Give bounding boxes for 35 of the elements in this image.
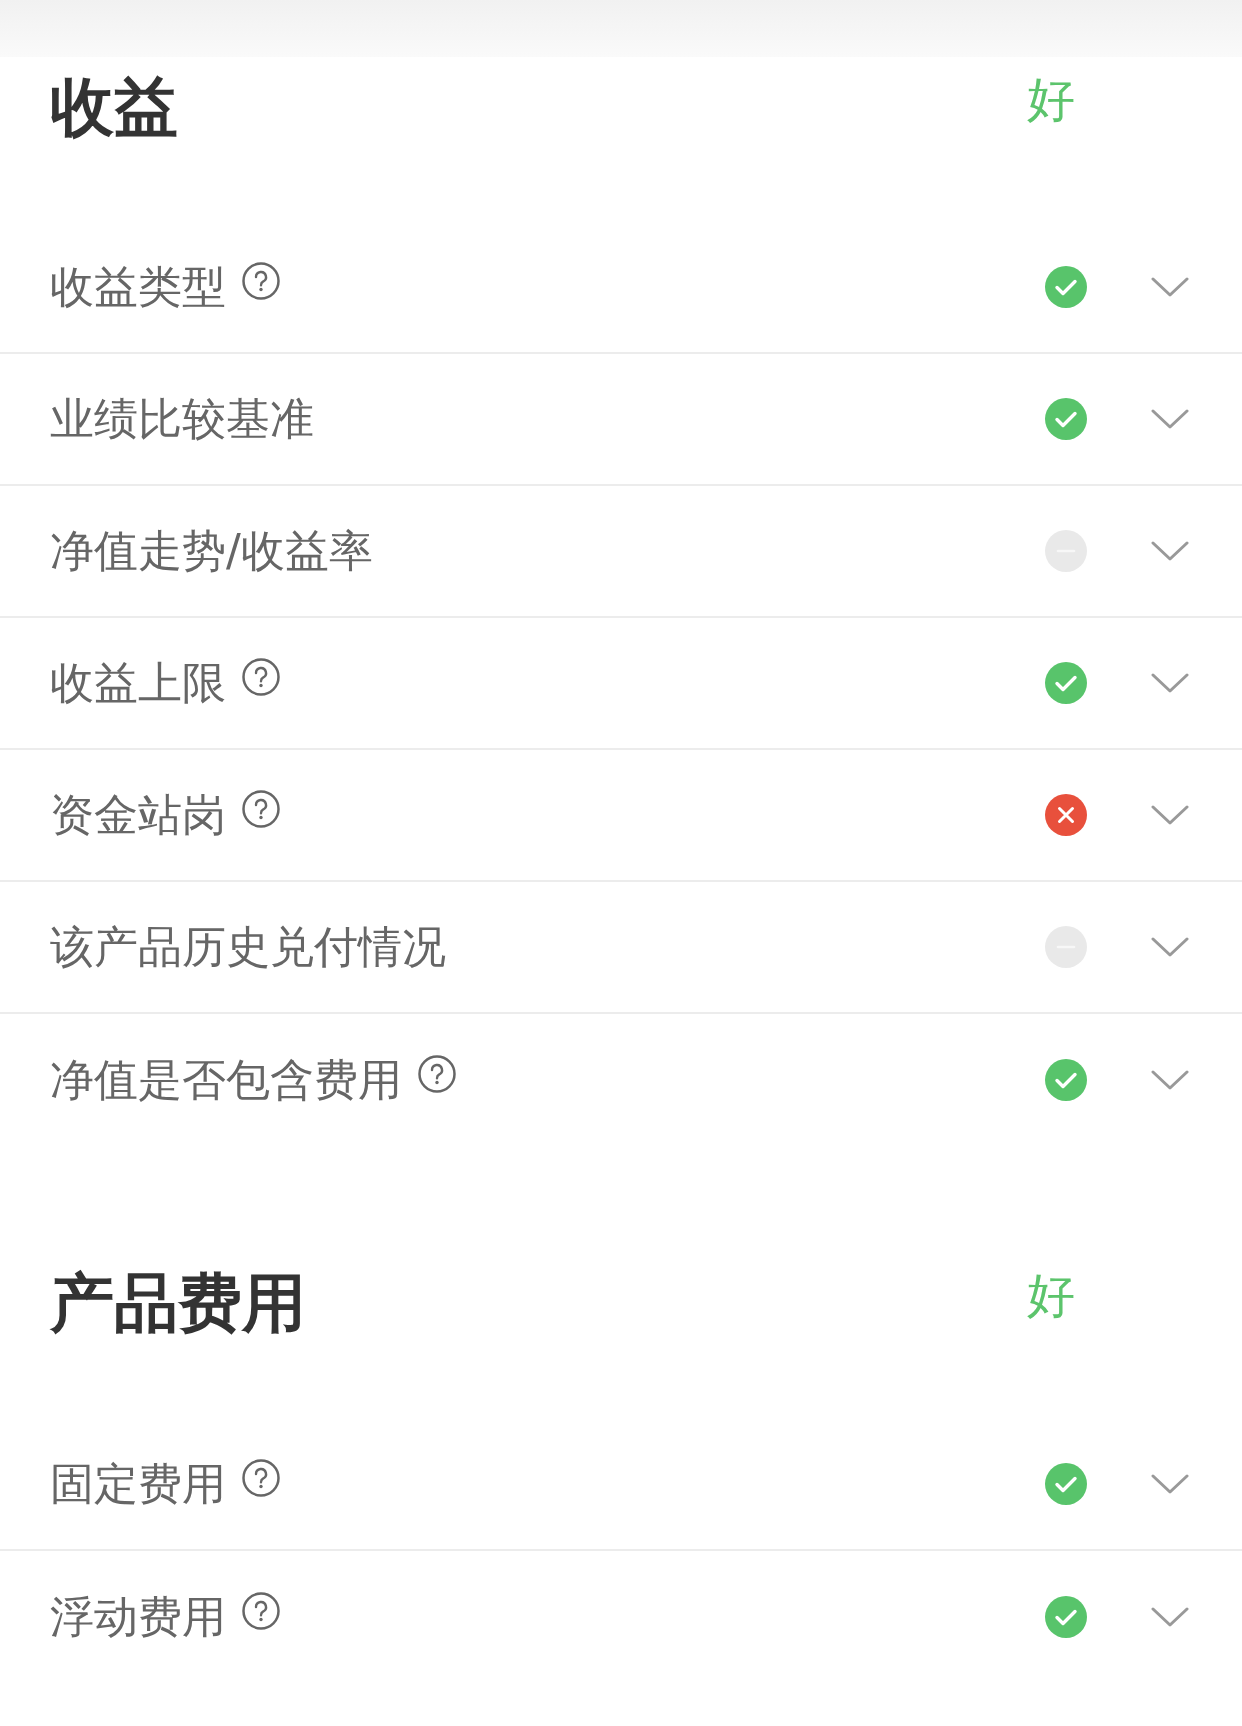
help-icon[interactable] [242,658,280,696]
check-circle-icon [1045,266,1087,308]
check-circle-icon [1045,1596,1087,1638]
section-title: 收益 [50,75,178,139]
check-circle-icon [1045,398,1087,440]
help-icon[interactable] [242,1592,280,1630]
help-icon[interactable] [242,262,280,300]
help-icon[interactable] [242,790,280,828]
chevron-down-icon[interactable] [1151,673,1189,693]
row-label: 该产品历史兑付情况 [50,921,446,973]
row-label: 净值是否包含费用 [50,1054,402,1106]
rating-label: 好 [1027,75,1075,123]
chevron-down-icon[interactable] [1151,1474,1189,1494]
chevron-down-icon[interactable] [1151,541,1189,561]
row-label: 收益类型 [50,261,226,313]
row-label: 业绩比较基准 [50,393,314,445]
check-circle-icon [1045,1059,1087,1101]
chevron-down-icon[interactable] [1151,1070,1189,1090]
section-title: 产品费用 [50,1271,306,1335]
chevron-down-icon[interactable] [1151,937,1189,957]
row-label: 固定费用 [50,1458,226,1510]
check-circle-icon [1045,662,1087,704]
row-label: 浮动费用 [50,1591,226,1643]
help-icon[interactable] [242,1459,280,1497]
help-icon[interactable] [418,1055,456,1093]
cross-circle-icon [1045,794,1087,836]
chevron-down-icon[interactable] [1151,1607,1189,1627]
row-label: 收益上限 [50,657,226,709]
rating-label: 好 [1027,1271,1075,1319]
chevron-down-icon[interactable] [1151,805,1189,825]
row-label: 资金站岗 [50,789,226,841]
chevron-down-icon[interactable] [1151,277,1189,297]
check-circle-icon [1045,1463,1087,1505]
chevron-down-icon[interactable] [1151,409,1189,429]
row-label: 净值走势/收益率 [50,525,373,577]
